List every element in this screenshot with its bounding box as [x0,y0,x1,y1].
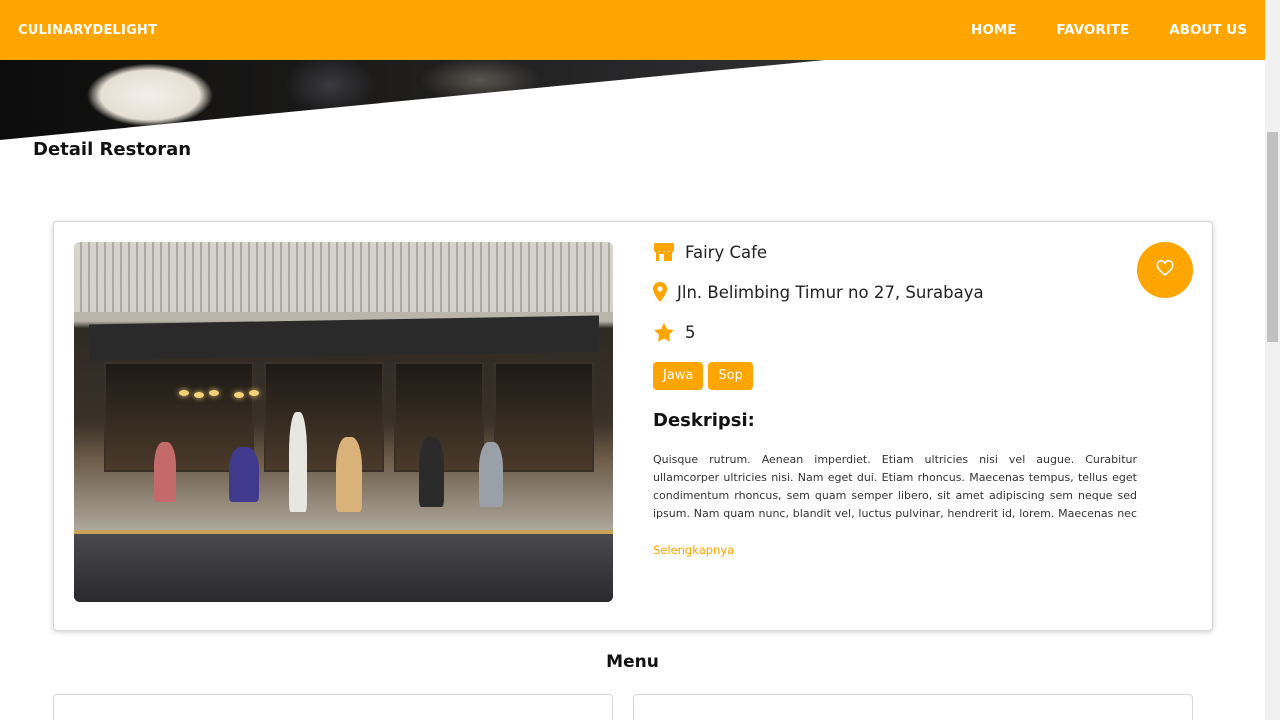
restaurant-name: Fairy Cafe [685,242,768,262]
restaurant-rating: 5 [685,322,696,342]
restaurant-detail-card: Fairy Cafe Jln. Belimbing Timur no 27, S… [53,221,1213,631]
page-scrollbar[interactable] [1265,0,1280,720]
restaurant-info: Fairy Cafe Jln. Belimbing Timur no 27, S… [653,242,1137,558]
menu-heading: Menu [606,652,659,672]
restaurant-rating-row: 5 [653,322,1137,342]
favorite-button[interactable] [1137,242,1193,298]
brand-logo[interactable]: CULINARYDELIGHT [18,23,157,38]
navbar: CULINARYDELIGHT HOME FAVORITE ABOUT US [0,0,1265,60]
category-tag: Sop [708,362,753,390]
description-heading: Deskripsi: [653,410,755,431]
heart-outline-icon [1156,259,1174,280]
description-text: Quisque rutrum. Aenean imperdiet. Etiam … [653,453,1137,520]
menu-card-foods [53,694,613,720]
menu-card-drinks [633,694,1193,720]
nav-link-home[interactable]: HOME [971,22,1016,38]
category-tags: Jawa Sop [653,362,1137,390]
star-icon [653,322,675,342]
store-icon [653,242,675,262]
nav-link-favorite[interactable]: FAVORITE [1056,22,1129,38]
nav-link-about-us[interactable]: ABOUT US [1169,22,1247,38]
restaurant-photo [74,242,613,602]
restaurant-address-row: Jln. Belimbing Timur no 27, Surabaya [653,282,1137,302]
scrollbar-thumb[interactable] [1267,132,1278,342]
read-more-link[interactable]: Selengkapnya [653,543,734,557]
category-tag: Jawa [653,362,704,390]
restaurant-address: Jln. Belimbing Timur no 27, Surabaya [677,282,984,302]
restaurant-name-row: Fairy Cafe [653,242,1137,262]
map-pin-icon [653,282,667,302]
nav-links: HOME FAVORITE ABOUT US [931,22,1247,38]
page-title: Detail Restoran [33,139,192,160]
